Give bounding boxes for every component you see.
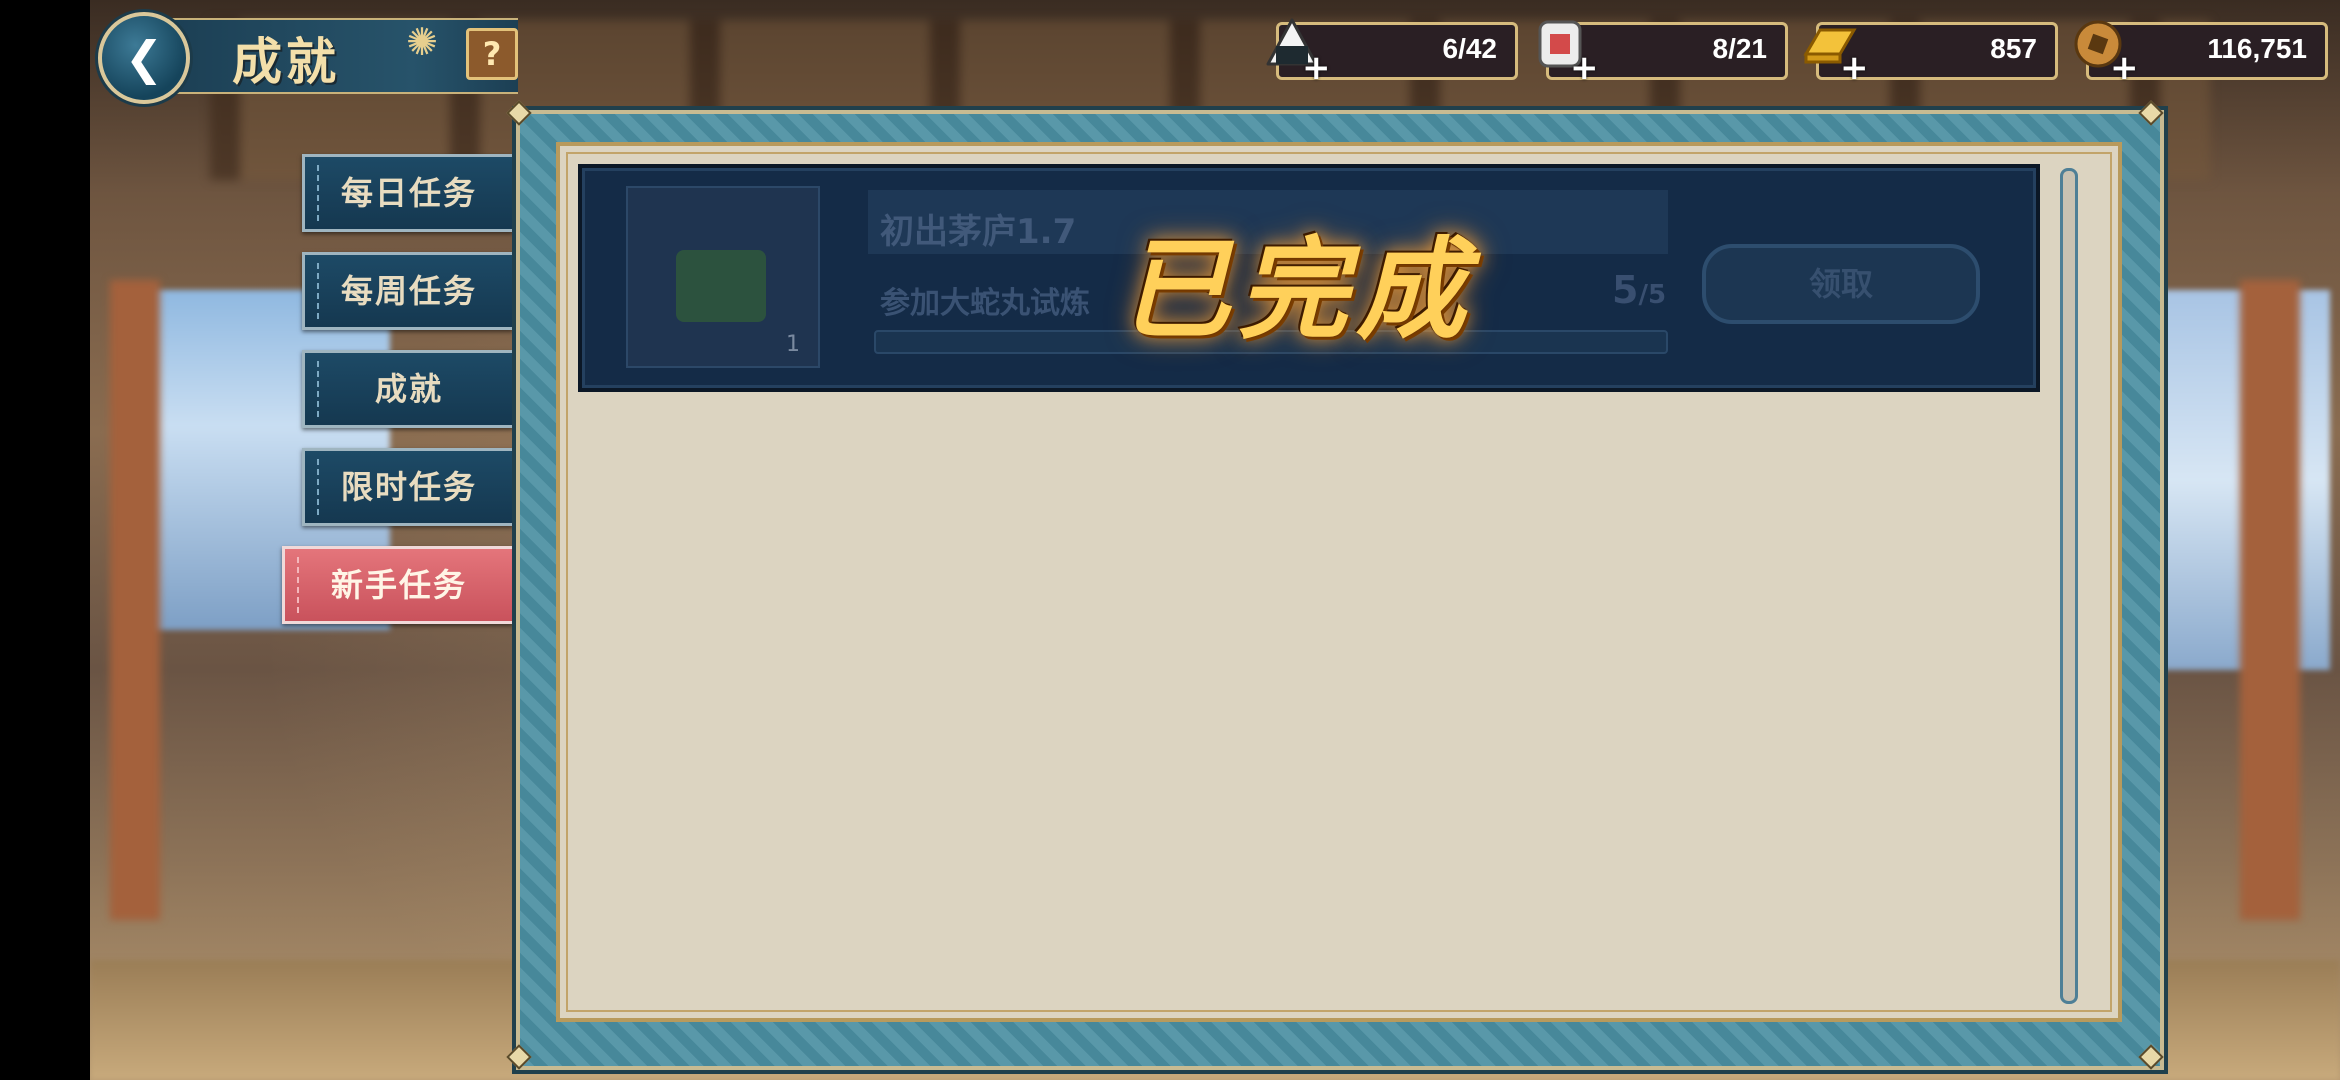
tab-limited-label: 限时任务 — [340, 468, 477, 506]
tab-achievements[interactable]: 成就 — [302, 350, 513, 428]
tab-newbie[interactable]: 新手任务 — [282, 546, 513, 624]
background-pillar-left — [110, 280, 160, 920]
resource-gold-value: 857 — [1990, 33, 2037, 64]
reward-item-count: 1 — [786, 332, 800, 357]
tab-achievements-label: 成就 — [374, 370, 443, 408]
background-window-right — [2140, 290, 2330, 670]
scrollbar[interactable] — [2060, 168, 2078, 1004]
progress-current: 5 — [1612, 268, 1639, 312]
achievement-name: 初出茅庐1.7 — [880, 212, 1077, 252]
resource-coin-value: 116,751 — [2207, 33, 2307, 64]
plus-icon[interactable]: + — [1570, 51, 1599, 85]
back-button[interactable]: ❮ — [98, 12, 190, 104]
resource-stamina-value: 6/42 — [1442, 33, 1498, 64]
plus-icon[interactable]: + — [1840, 51, 1869, 85]
tab-limited[interactable]: 限时任务 — [302, 448, 513, 526]
completed-stamp: 已完成 — [1120, 225, 1474, 354]
chevron-left-icon: ❮ — [124, 31, 164, 85]
progress-total: /5 — [1638, 280, 1667, 310]
achievement-progress: 5/5 — [1612, 268, 1666, 312]
reward-item-icon — [676, 250, 766, 322]
tab-weekly-label: 每周任务 — [340, 272, 477, 310]
plus-icon[interactable]: + — [1302, 51, 1331, 85]
claim-button[interactable]: 领取 — [1702, 244, 1980, 324]
chrysanthemum-icon: ✺ — [406, 20, 438, 64]
resource-ticket-value: 8/21 — [1712, 33, 1768, 64]
page-title: 成就 — [232, 33, 340, 91]
achievement-description: 参加大蛇丸试炼 — [880, 286, 1090, 321]
plus-icon[interactable]: + — [2110, 51, 2139, 85]
background-pillar-right — [2240, 280, 2300, 920]
tab-weekly[interactable]: 每周任务 — [302, 252, 513, 330]
tab-daily[interactable]: 每日任务 — [302, 154, 513, 232]
tab-newbie-label: 新手任务 — [330, 566, 467, 604]
tab-daily-label: 每日任务 — [340, 174, 477, 212]
help-button[interactable]: ? — [466, 28, 518, 80]
